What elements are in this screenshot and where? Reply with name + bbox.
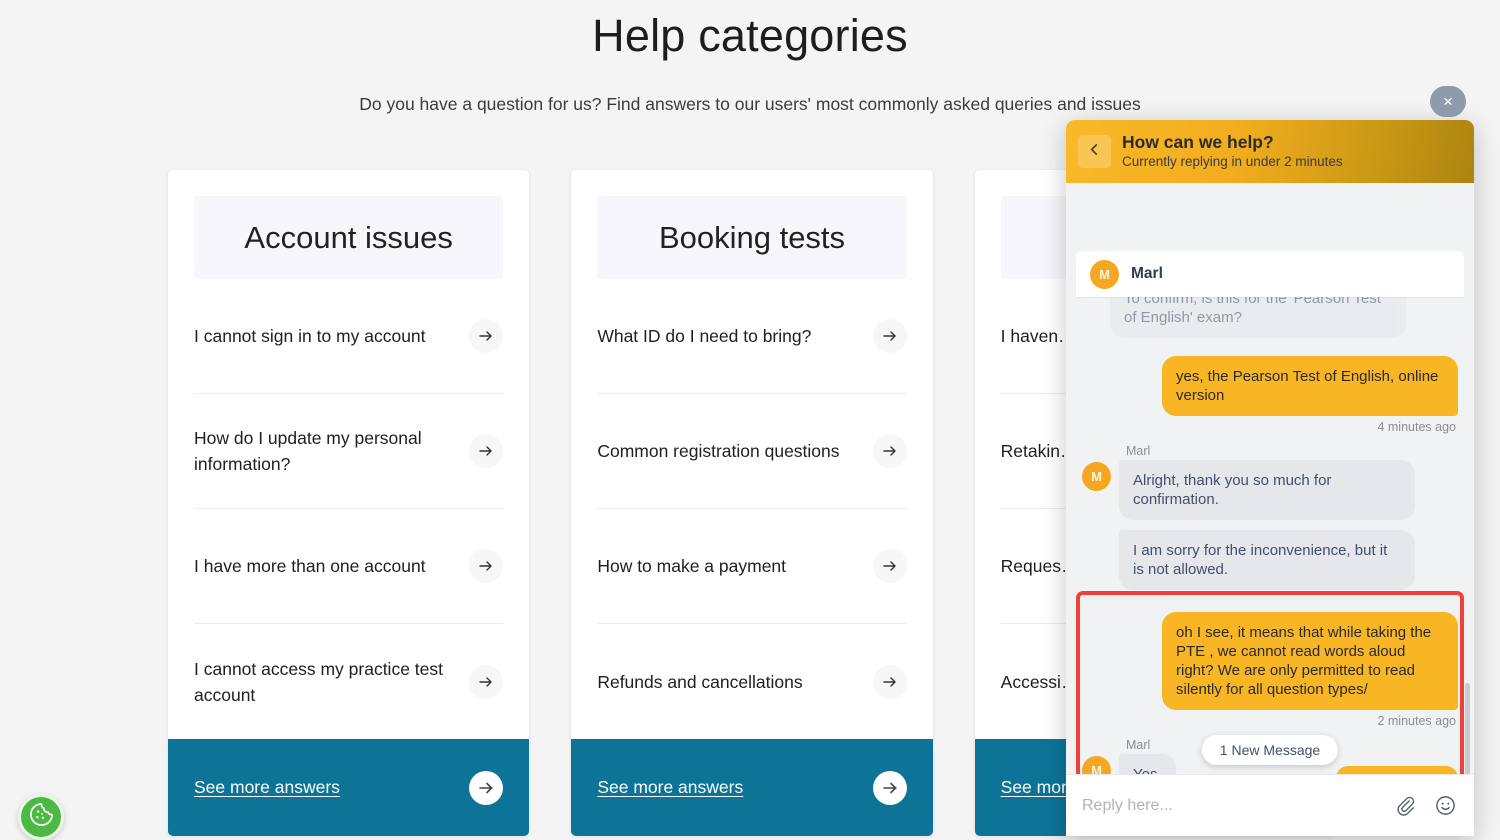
card-footer[interactable]: See more answers <box>571 739 932 836</box>
question-label: I cannot sign in to my account <box>194 323 426 349</box>
close-icon: × <box>1443 93 1453 110</box>
card-footer[interactable]: See more answers <box>168 739 529 836</box>
list-item[interactable]: How do I update my personal information? <box>194 394 503 509</box>
chevron-left-icon <box>1087 142 1102 162</box>
message-bubble: Alright, thank you so much for confirmat… <box>1119 460 1415 520</box>
message-bubble: yes, the Pearson Test of English, online… <box>1162 356 1458 416</box>
list-item[interactable]: What ID do I need to bring? <box>597 279 906 394</box>
help-card-account-issues[interactable]: Account issues I cannot sign in to my ac… <box>168 170 529 836</box>
list-item[interactable]: Common registration questions <box>597 394 906 509</box>
agent-name: Marl <box>1131 265 1163 283</box>
see-more-answers-link[interactable]: See more answers <box>597 777 743 798</box>
chat-agent-bar: M Marl <box>1076 251 1464 297</box>
question-label: How do I update my personal information? <box>194 425 457 477</box>
avatar: M <box>1082 462 1111 491</box>
message-bubble: Yes. <box>1119 754 1176 774</box>
new-message-pill[interactable]: 1 New Message <box>1202 735 1338 765</box>
list-item[interactable]: I cannot sign in to my account <box>194 279 503 394</box>
card-question-list: What ID do I need to bring? Common regis… <box>571 279 932 739</box>
arrow-right-icon[interactable] <box>873 771 907 805</box>
message-timestamp: 4 minutes ago <box>1082 420 1456 434</box>
card-question-list: I cannot sign in to my account How do I … <box>168 279 529 739</box>
question-label: Common registration questions <box>597 438 839 464</box>
list-item[interactable]: I have more than one account <box>194 509 503 624</box>
question-label: Refunds and cancellations <box>597 669 802 695</box>
message-bubble: I am sorry for the inconvenience, but it… <box>1119 530 1415 590</box>
agent-name: Marl <box>1126 444 1458 458</box>
chat-composer <box>1066 774 1474 836</box>
paperclip-icon[interactable] <box>1392 793 1418 819</box>
list-item[interactable]: Refunds and cancellations <box>597 624 906 739</box>
arrow-right-icon[interactable] <box>469 665 503 699</box>
chat-widget: How can we help? Currently replying in u… <box>1066 120 1474 836</box>
message-bubble: oh I see, it means that while taking the… <box>1162 612 1458 710</box>
smiley-icon[interactable] <box>1432 793 1458 819</box>
question-label: I cannot access my practice test account <box>194 656 457 708</box>
see-more-answers-link[interactable]: See more answers <box>194 777 340 798</box>
page-title: Help categories <box>0 0 1500 64</box>
question-label: I have more than one account <box>194 553 426 579</box>
help-card-booking-tests[interactable]: Booking tests What ID do I need to bring… <box>571 170 932 836</box>
chat-close-button[interactable]: × <box>1430 86 1466 117</box>
card-title: Booking tests <box>659 220 845 256</box>
list-item[interactable]: I cannot access my practice test account <box>194 624 503 739</box>
chat-header-title: How can we help? <box>1122 132 1343 153</box>
page-subtitle: Do you have a question for us? Find answ… <box>0 92 1500 116</box>
chat-header-text: How can we help? Currently replying in u… <box>1122 132 1343 171</box>
message-row-incoming: M Alright, thank you so much for confirm… <box>1082 460 1458 590</box>
chat-header: How can we help? Currently replying in u… <box>1066 120 1474 183</box>
message-row-outgoing: yes, the Pearson Test of English, online… <box>1082 356 1458 416</box>
chat-scrollbar-thumb[interactable] <box>1465 683 1470 774</box>
message-timestamp: 2 minutes ago <box>1082 714 1456 728</box>
arrow-right-icon[interactable] <box>873 665 907 699</box>
chat-header-subtitle: Currently replying in under 2 minutes <box>1122 153 1343 171</box>
reply-input[interactable] <box>1082 797 1378 815</box>
avatar: M <box>1090 260 1119 289</box>
card-header: Account issues <box>194 196 503 279</box>
arrow-right-icon[interactable] <box>873 549 907 583</box>
arrow-right-icon[interactable] <box>469 434 503 468</box>
chat-back-button[interactable] <box>1078 135 1111 168</box>
message-bubble-partial <box>1336 766 1458 774</box>
chat-message-list[interactable]: M Marl To confirm, is this for the 'Pear… <box>1066 183 1474 774</box>
arrow-right-icon[interactable] <box>469 549 503 583</box>
arrow-right-icon[interactable] <box>469 319 503 353</box>
avatar: M <box>1082 756 1111 774</box>
cookie-settings-button[interactable] <box>18 794 64 840</box>
cookie-icon <box>28 801 55 833</box>
see-more-answers-link[interactable]: See mor <box>1001 777 1067 798</box>
question-label: What ID do I need to bring? <box>597 323 811 349</box>
arrow-right-icon[interactable] <box>873 319 907 353</box>
list-item[interactable]: How to make a payment <box>597 509 906 624</box>
message-row-outgoing: oh I see, it means that while taking the… <box>1082 612 1458 710</box>
arrow-right-icon[interactable] <box>469 771 503 805</box>
arrow-right-icon[interactable] <box>873 434 907 468</box>
card-title: Account issues <box>244 220 453 256</box>
question-label: How to make a payment <box>597 553 786 579</box>
card-header: Booking tests <box>597 196 906 279</box>
